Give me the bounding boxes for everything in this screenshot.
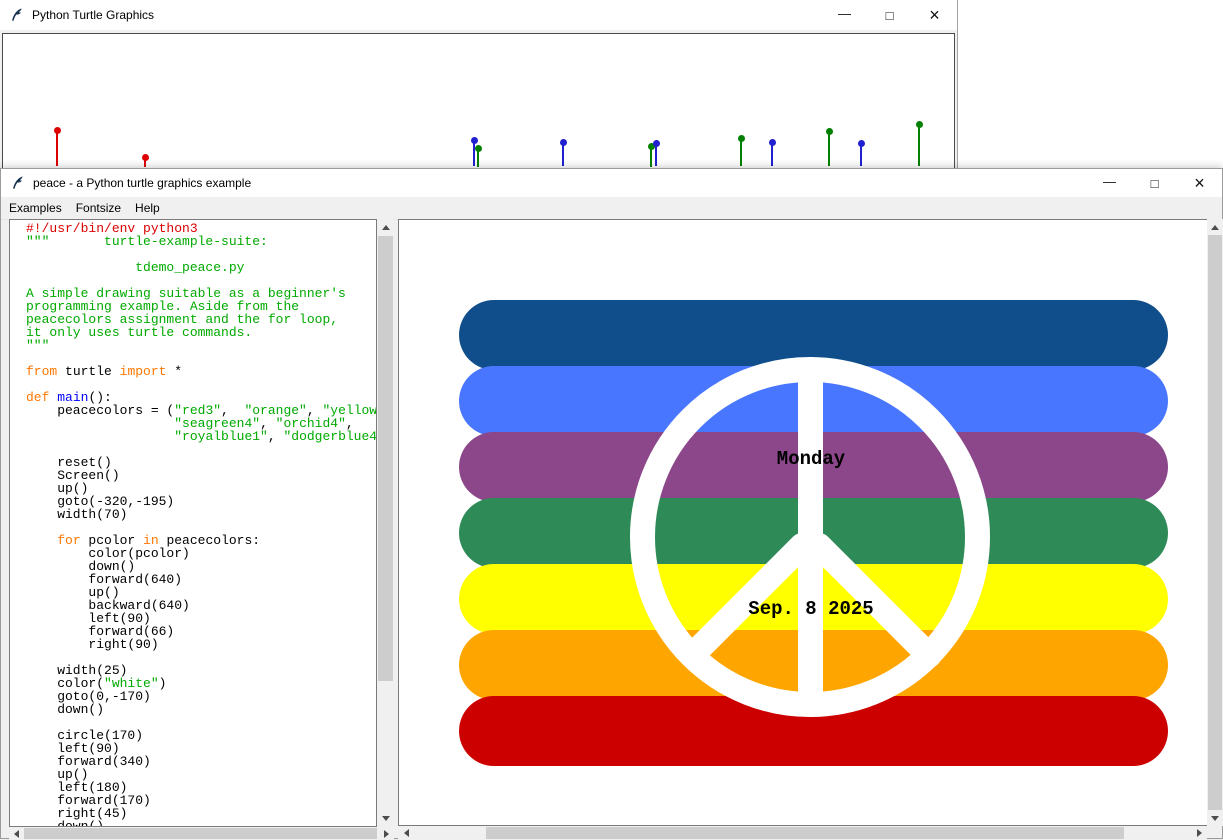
menubar: Examples Fontsize Help — [1, 197, 1222, 220]
scroll-up-button[interactable] — [377, 219, 394, 236]
turtle-figure-dot — [916, 121, 923, 128]
code-text[interactable]: #!/usr/bin/env python3""" turtle-example… — [9, 219, 377, 827]
canvas-horizontal-scrollbar[interactable] — [398, 826, 1207, 840]
close-icon: × — [929, 5, 940, 26]
scroll-right-icon — [1197, 829, 1202, 837]
scroll-down-icon — [382, 816, 390, 821]
window-title: Python Turtle Graphics — [32, 8, 154, 22]
minimize-button[interactable]: — — [822, 0, 867, 30]
code-line: right(90) — [26, 638, 376, 651]
minimize-button[interactable]: — — [1087, 169, 1132, 197]
scroll-left-button[interactable] — [9, 827, 24, 840]
scroll-down-icon — [1211, 816, 1219, 821]
maximize-icon: □ — [886, 8, 894, 23]
canvas-text-label: Sep. 8 2025 — [748, 598, 873, 620]
scroll-up-icon — [382, 225, 390, 230]
code-line: """ turtle-example-suite: — [26, 235, 376, 248]
canvas-text-label: Monday — [777, 448, 845, 470]
close-button[interactable]: × — [912, 0, 957, 30]
code-line: "royalblue1", "dodgerblue4") — [26, 430, 376, 443]
turtle-figure-stem — [56, 130, 58, 166]
turtle-figure-dot — [142, 154, 149, 161]
scrollbar-thumb[interactable] — [24, 828, 377, 839]
scroll-up-icon — [1211, 225, 1219, 230]
scrollbar-thumb[interactable] — [1208, 235, 1222, 810]
maximize-button[interactable]: □ — [867, 0, 912, 30]
menu-help[interactable]: Help — [128, 197, 167, 219]
scrollbar-thumb[interactable] — [378, 236, 393, 681]
turtle-figure-dot — [471, 137, 478, 144]
maximize-icon: □ — [1151, 176, 1159, 191]
peace-demo-window: peace - a Python turtle graphics example… — [0, 168, 1223, 839]
turtle-figure-stem — [828, 131, 830, 166]
window-title: peace - a Python turtle graphics example — [33, 176, 251, 190]
minimize-icon: — — [1103, 174, 1116, 189]
turtle-figure-dot — [653, 140, 660, 147]
scroll-right-button[interactable] — [1191, 826, 1207, 840]
close-icon: × — [1194, 173, 1205, 194]
minimize-icon: — — [838, 6, 851, 21]
scroll-right-button[interactable] — [379, 827, 394, 840]
turtle-figure-stem — [918, 124, 920, 166]
peace-canvas: Monday Sep. 8 2025 — [398, 219, 1208, 826]
scroll-right-icon — [384, 830, 389, 838]
menu-fontsize[interactable]: Fontsize — [69, 197, 128, 219]
titlebar[interactable]: Python Turtle Graphics — □ × — [0, 0, 957, 30]
code-vertical-scrollbar[interactable] — [377, 219, 394, 827]
turtle-figure-dot — [475, 145, 482, 152]
turtle-figure-dot — [826, 128, 833, 135]
canvas-vertical-scrollbar[interactable] — [1207, 219, 1223, 826]
window-controls: — □ × — [822, 0, 957, 30]
scroll-down-button[interactable] — [377, 810, 394, 827]
turtle-figure-dot — [858, 140, 865, 147]
menu-examples[interactable]: Examples — [2, 197, 69, 219]
code-horizontal-scrollbar[interactable] — [9, 827, 394, 840]
titlebar[interactable]: peace - a Python turtle graphics example… — [1, 169, 1222, 197]
turtle-figure-dot — [54, 127, 61, 134]
turtle-app-icon[interactable] — [10, 175, 26, 191]
turtle-figure-stem — [740, 138, 742, 166]
code-line: tdemo_peace.py — [26, 261, 376, 274]
scroll-left-button[interactable] — [398, 826, 414, 840]
code-line: width(70) — [26, 508, 376, 521]
scroll-left-icon — [14, 830, 19, 838]
turtle-app-icon[interactable] — [9, 7, 25, 23]
code-line: from turtle import * — [26, 365, 376, 378]
code-line: it only uses turtle commands. — [26, 326, 376, 339]
turtle-figure-dot — [738, 135, 745, 142]
window-controls: — □ × — [1087, 169, 1222, 197]
maximize-button[interactable]: □ — [1132, 169, 1177, 197]
scroll-up-button[interactable] — [1207, 219, 1223, 235]
turtle-figure-dot — [769, 139, 776, 146]
code-line: down() — [26, 703, 376, 716]
scrollbar-thumb[interactable] — [486, 827, 1124, 839]
close-button[interactable]: × — [1177, 169, 1222, 197]
code-line: down() — [26, 820, 376, 827]
code-line: """ — [26, 339, 376, 352]
turtle-figure-dot — [560, 139, 567, 146]
scroll-left-icon — [404, 829, 409, 837]
scroll-down-button[interactable] — [1207, 810, 1223, 826]
